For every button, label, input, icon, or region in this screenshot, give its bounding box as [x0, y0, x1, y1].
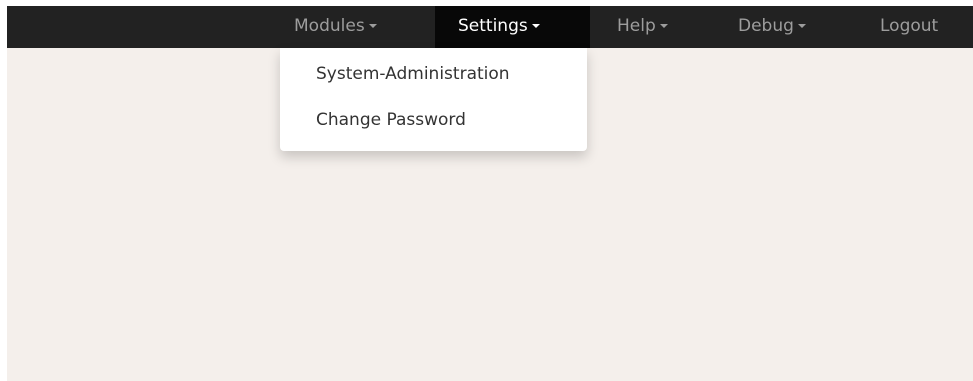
caret-down-icon — [797, 24, 806, 28]
menu-item-change-password[interactable]: Change Password — [280, 106, 587, 134]
caret-down-icon — [659, 24, 668, 28]
nav-modules-label: Modules — [294, 16, 365, 36]
nav-settings-label: Settings — [458, 16, 528, 36]
nav-logout-label: Logout — [880, 16, 939, 36]
nav-settings-dropdown[interactable]: Settings — [435, 6, 590, 48]
caret-down-icon — [368, 24, 377, 28]
top-navbar: Modules Settings Help Debug Logout — [7, 6, 973, 48]
nav-logout-link[interactable]: Logout — [816, 6, 973, 48]
settings-dropdown-menu: System-Administration Change Password — [280, 48, 587, 151]
app-frame: Modules Settings Help Debug Logout Syste… — [7, 6, 973, 381]
caret-down-icon — [531, 24, 540, 28]
menu-item-system-administration[interactable]: System-Administration — [280, 60, 587, 88]
nav-help-dropdown[interactable]: Help — [590, 6, 696, 48]
nav-debug-dropdown[interactable]: Debug — [696, 6, 816, 48]
nav-help-label: Help — [617, 16, 656, 36]
nav-debug-label: Debug — [738, 16, 794, 36]
nav-modules-dropdown[interactable]: Modules — [281, 6, 435, 48]
